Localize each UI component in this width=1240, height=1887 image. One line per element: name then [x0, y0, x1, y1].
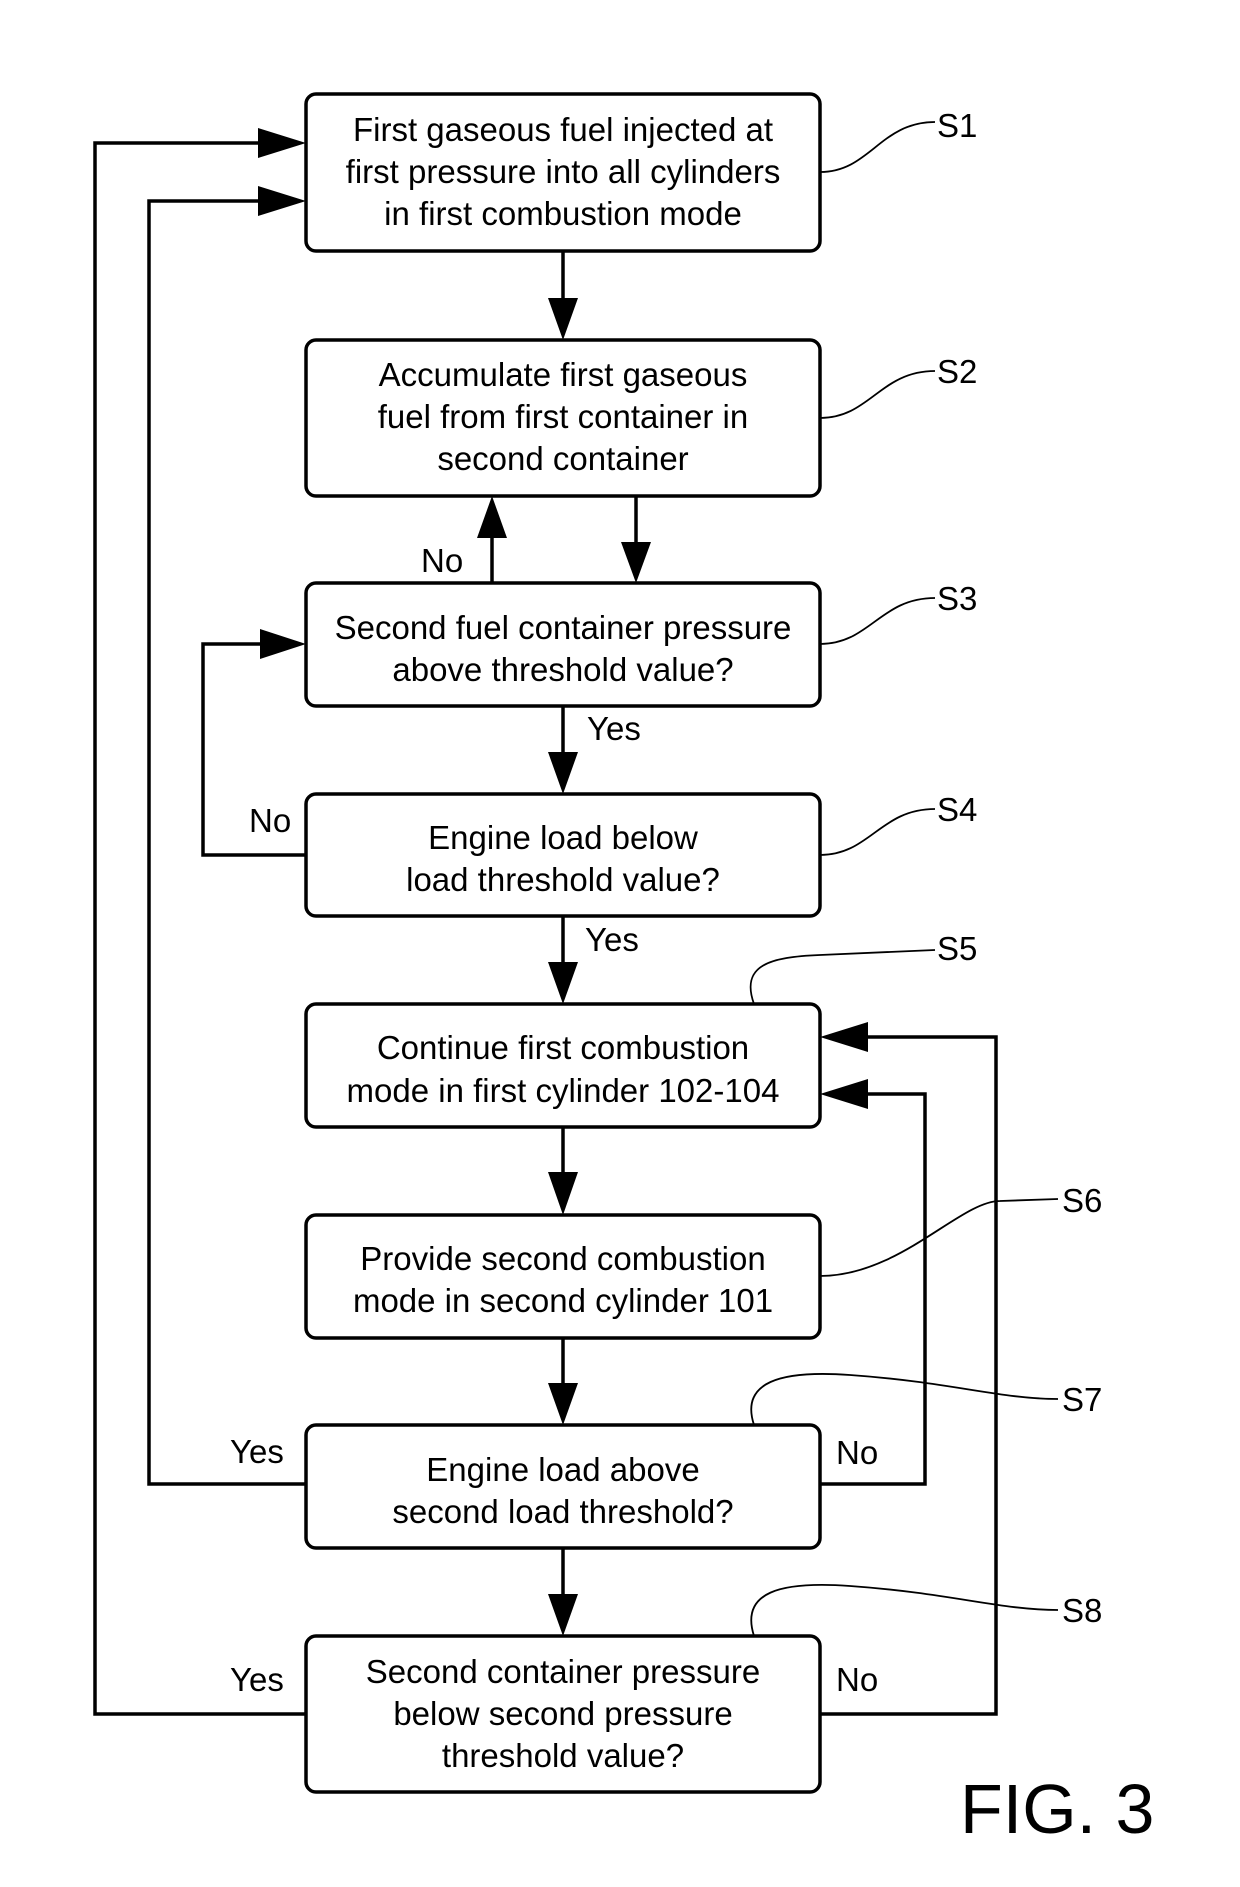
- step-ref-s4: S4: [937, 791, 977, 828]
- step-text-line: first pressure into all cylinders: [346, 153, 781, 190]
- step-s2: Accumulate first gaseous fuel from first…: [304, 338, 822, 498]
- step-ref-s2: S2: [937, 353, 977, 390]
- edge-s8-s1-yes: [93, 141, 306, 1716]
- step-s6: Provide second combustion mode in second…: [304, 1213, 822, 1340]
- edge-s7-s5-no: [820, 1092, 927, 1486]
- step-s3: Second fuel container pressure above thr…: [304, 581, 822, 708]
- arrowhead-s3-left: [260, 629, 306, 659]
- leader-s3: [819, 597, 936, 645]
- step-s5: Continue first combustion mode in first …: [304, 1002, 822, 1129]
- leader-s5: [749, 949, 936, 1005]
- leader-s1: [819, 121, 936, 173]
- step-text-line: second container: [437, 440, 688, 477]
- edge-label-s3-no: No: [421, 542, 463, 579]
- arrowhead-s5-outer: [820, 1022, 868, 1052]
- step-text-line: Engine load above: [426, 1451, 699, 1488]
- edge-label-s8-no: No: [836, 1661, 878, 1698]
- leader-s7: [750, 1373, 1059, 1426]
- step-text-line: second load threshold?: [392, 1493, 733, 1530]
- arrowhead-s8: [548, 1594, 578, 1636]
- leader-s2: [819, 370, 936, 419]
- step-ref-s7: S7: [1062, 1381, 1102, 1418]
- leader-s4: [819, 808, 936, 856]
- figure-title: FIG. 3: [960, 1770, 1154, 1848]
- step-text-line: Second container pressure: [366, 1653, 760, 1690]
- arrowhead-s3-top: [621, 542, 651, 583]
- arrowhead-s2: [548, 298, 578, 340]
- leader-s6: [819, 1198, 1059, 1277]
- step-ref-s3: S3: [937, 580, 977, 617]
- step-text-line: fuel from first container in: [378, 398, 748, 435]
- leader-s8: [750, 1583, 1059, 1637]
- arrowhead-s6: [548, 1172, 578, 1215]
- step-text-line: Engine load below: [428, 819, 698, 856]
- step-ref-s5: S5: [937, 930, 977, 967]
- step-text-line: below second pressure: [393, 1695, 732, 1732]
- edge-label-s4-yes: Yes: [585, 921, 639, 958]
- flowchart: First gaseous fuel injected at first pre…: [93, 92, 1154, 1848]
- step-text-line: First gaseous fuel injected at: [353, 111, 773, 148]
- step-text-line: mode in second cylinder 101: [353, 1282, 773, 1319]
- step-text-line: Continue first combustion: [377, 1029, 749, 1066]
- arrowhead-s4: [548, 752, 578, 794]
- step-ref-s6: S6: [1062, 1182, 1102, 1219]
- step-text-line: threshold value?: [442, 1737, 684, 1774]
- step-ref-s1: S1: [937, 107, 977, 144]
- edge-label-s3-yes: Yes: [587, 710, 641, 747]
- step-s4: Engine load below load threshold value?: [304, 792, 822, 918]
- step-text-line: mode in first cylinder 102-104: [347, 1072, 780, 1109]
- edge-label-s8-yes: Yes: [230, 1661, 284, 1698]
- step-text-line: load threshold value?: [406, 861, 720, 898]
- step-text-line: above threshold value?: [392, 651, 733, 688]
- edge-label-s7-yes: Yes: [230, 1433, 284, 1470]
- step-ref-s8: S8: [1062, 1592, 1102, 1629]
- arrowhead-s1-inner: [258, 186, 306, 216]
- arrowhead-s1-outer: [258, 128, 306, 158]
- step-s1: First gaseous fuel injected at first pre…: [304, 92, 822, 253]
- step-s8: Second container pressure below second p…: [304, 1634, 822, 1794]
- arrowhead-s5-inner: [820, 1079, 868, 1109]
- arrowhead-s5: [548, 962, 578, 1004]
- edge-label-s7-no: No: [836, 1434, 878, 1471]
- edge-label-s4-no: No: [249, 802, 291, 839]
- step-text-line: in first combustion mode: [384, 195, 742, 232]
- step-text-line: Provide second combustion: [360, 1240, 765, 1277]
- step-text-line: Second fuel container pressure: [335, 609, 792, 646]
- step-text-line: Accumulate first gaseous: [379, 356, 748, 393]
- arrowhead-s2-bottom: [477, 496, 507, 538]
- arrowhead-s7: [548, 1383, 578, 1425]
- edge-s7-s1-yes: [147, 199, 306, 1486]
- step-s7: Engine load above second load threshold?: [304, 1423, 822, 1550]
